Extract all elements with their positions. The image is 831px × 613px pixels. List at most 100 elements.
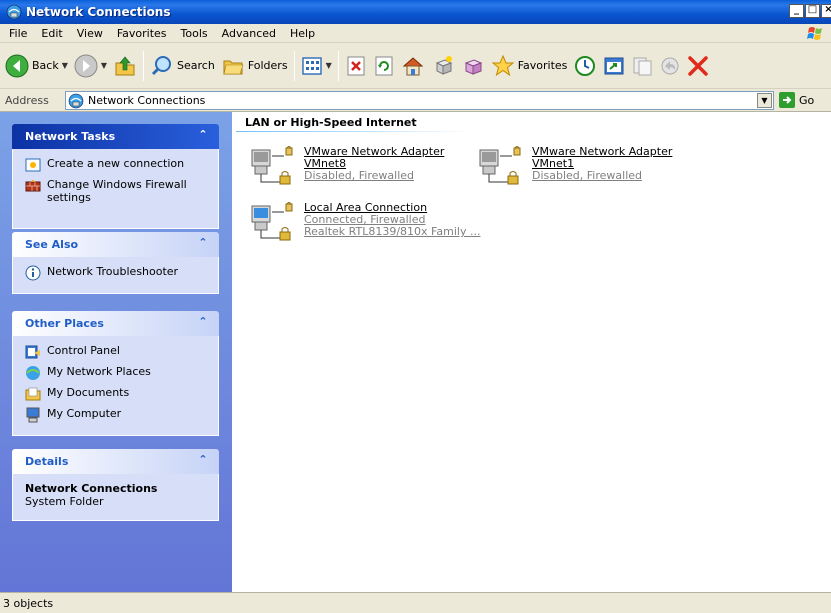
address-label: Address [5, 93, 49, 107]
my-documents-link[interactable]: My Documents [25, 386, 210, 402]
control-panel-link[interactable]: Control Panel [25, 344, 210, 360]
toolbar-separator [337, 50, 339, 81]
history-button[interactable] [570, 48, 600, 84]
menu-help[interactable]: Help [283, 27, 322, 40]
connection-status: Disabled, Firewalled [532, 169, 643, 182]
task-pane: Network Tasks ⌃ Create a new connection … [0, 112, 232, 592]
window-controls: _ □ × [788, 4, 831, 18]
my-computer-icon [26, 407, 40, 423]
collapse-chevron-icon[interactable]: ⌃ [195, 128, 211, 144]
stop-button[interactable] [684, 48, 712, 84]
my-network-places-label: My Network Places [47, 365, 151, 378]
network-connections-icon [68, 93, 84, 108]
minimize-button[interactable]: _ [789, 4, 804, 18]
up-folder-icon [115, 56, 135, 75]
toolbar-separator [143, 50, 145, 81]
up-folder-button[interactable] [110, 48, 140, 84]
connection-device: Realtek RTL8139/810x Family ... [304, 225, 481, 238]
back-label: Back [32, 59, 59, 72]
connection-status: Disabled, Firewalled [304, 169, 415, 182]
forward-dropdown-icon[interactable]: ▼ [101, 61, 107, 70]
collapse-chevron-icon[interactable]: ⌃ [195, 315, 211, 331]
undo-button[interactable] [656, 48, 684, 84]
network-places-icon [26, 366, 40, 380]
other-places-header[interactable]: Other Places ⌃ [12, 311, 219, 336]
control-panel-label: Control Panel [47, 344, 120, 357]
views-button[interactable]: ▼ [298, 48, 335, 84]
group-divider [236, 131, 472, 132]
my-computer-link[interactable]: My Computer [25, 407, 210, 423]
collapse-chevron-icon[interactable]: ⌃ [195, 453, 211, 469]
folders-label: Folders [247, 59, 288, 72]
go-button[interactable]: Go [779, 92, 814, 108]
favorites-button[interactable]: Favorites [488, 48, 571, 84]
search-button[interactable]: Search [147, 48, 218, 84]
connection-local-area[interactable]: Local Area Connection Connected, Firewal… [248, 202, 480, 242]
see-also-body: Network Troubleshooter [12, 257, 219, 294]
connection-vmnet8[interactable]: VMware Network Adapter VMnet8 Disabled, … [248, 146, 444, 186]
address-value: Network Connections [88, 94, 206, 107]
copy-to-button[interactable] [628, 48, 656, 84]
my-network-places-link[interactable]: My Network Places [25, 365, 210, 381]
new-connection-icon [25, 158, 41, 172]
network-tasks-header[interactable]: Network Tasks ⌃ [12, 124, 219, 149]
create-connection-label: Create a new connection [47, 157, 185, 170]
menu-file[interactable]: File [2, 27, 34, 40]
menu-view[interactable]: View [70, 27, 110, 40]
connection-text: VMware Network Adapter VMnet8 Disabled, … [304, 146, 444, 186]
go-arrow-icon [779, 92, 795, 108]
info-icon [25, 265, 41, 281]
copy-to-icon [633, 57, 652, 75]
menu-tools[interactable]: Tools [174, 27, 215, 40]
collapse-chevron-icon[interactable]: ⌃ [195, 236, 211, 252]
undo-icon [661, 57, 679, 74]
maximize-button[interactable]: □ [805, 4, 820, 18]
address-bar: Address Network Connections ▼ Go [0, 89, 831, 112]
menu-edit[interactable]: Edit [34, 27, 69, 40]
network-troubleshooter-link[interactable]: Network Troubleshooter [25, 265, 210, 281]
network-tasks-body: Create a new connection Change Windows F… [12, 149, 219, 229]
home-button[interactable] [398, 48, 428, 84]
delete-button[interactable] [342, 48, 370, 84]
close-button[interactable]: × [821, 4, 831, 18]
menu-advanced[interactable]: Advanced [215, 27, 283, 40]
menu-favorites[interactable]: Favorites [110, 27, 174, 40]
stop-x-icon [688, 55, 709, 76]
create-connection-link[interactable]: Create a new connection [25, 157, 210, 173]
firewall-icon [25, 180, 41, 192]
menu-bar: File Edit View Favorites Tools Advanced … [0, 24, 831, 43]
my-documents-label: My Documents [47, 386, 130, 399]
views-dropdown-icon[interactable]: ▼ [326, 61, 332, 70]
favorites-star-icon [491, 54, 515, 76]
network-connections-icon [6, 4, 22, 20]
search-icon [151, 55, 172, 75]
new-folder-button[interactable] [428, 48, 458, 84]
network-adapter-connected-icon [251, 202, 293, 241]
move-to-button[interactable] [600, 48, 628, 84]
delete-icon [347, 56, 365, 75]
window-title: Network Connections [26, 5, 171, 19]
back-button[interactable]: Back ▼ [2, 48, 71, 84]
folders-icon [223, 60, 244, 74]
address-field[interactable]: Network Connections ▼ [65, 91, 774, 110]
details-header[interactable]: Details ⌃ [12, 449, 219, 474]
refresh-button[interactable] [370, 48, 398, 84]
sparkle-cube-icon [435, 55, 452, 75]
folders-button[interactable]: Folders [218, 48, 291, 84]
connection-vmnet1[interactable]: VMware Network Adapter VMnet1 Disabled, … [476, 146, 672, 186]
see-also-panel: See Also ⌃ Network Troubleshooter [12, 232, 219, 294]
status-bar: 3 objects [0, 592, 831, 613]
toolbar: Back ▼ ▼ Search Folders ▼ Favorites [0, 43, 831, 89]
properties-button[interactable] [458, 48, 488, 84]
firewall-settings-link[interactable]: Change Windows Firewall settings [25, 178, 210, 204]
address-dropdown-icon[interactable]: ▼ [757, 93, 772, 108]
forward-button[interactable]: ▼ [71, 48, 110, 84]
network-adapter-icon [251, 146, 293, 185]
windows-logo-icon [807, 27, 822, 40]
see-also-header[interactable]: See Also ⌃ [12, 232, 219, 257]
back-dropdown-icon[interactable]: ▼ [62, 61, 68, 70]
other-places-title: Other Places [25, 317, 104, 330]
home-icon [402, 56, 424, 75]
move-to-icon [604, 57, 624, 74]
favorites-label: Favorites [517, 59, 568, 72]
